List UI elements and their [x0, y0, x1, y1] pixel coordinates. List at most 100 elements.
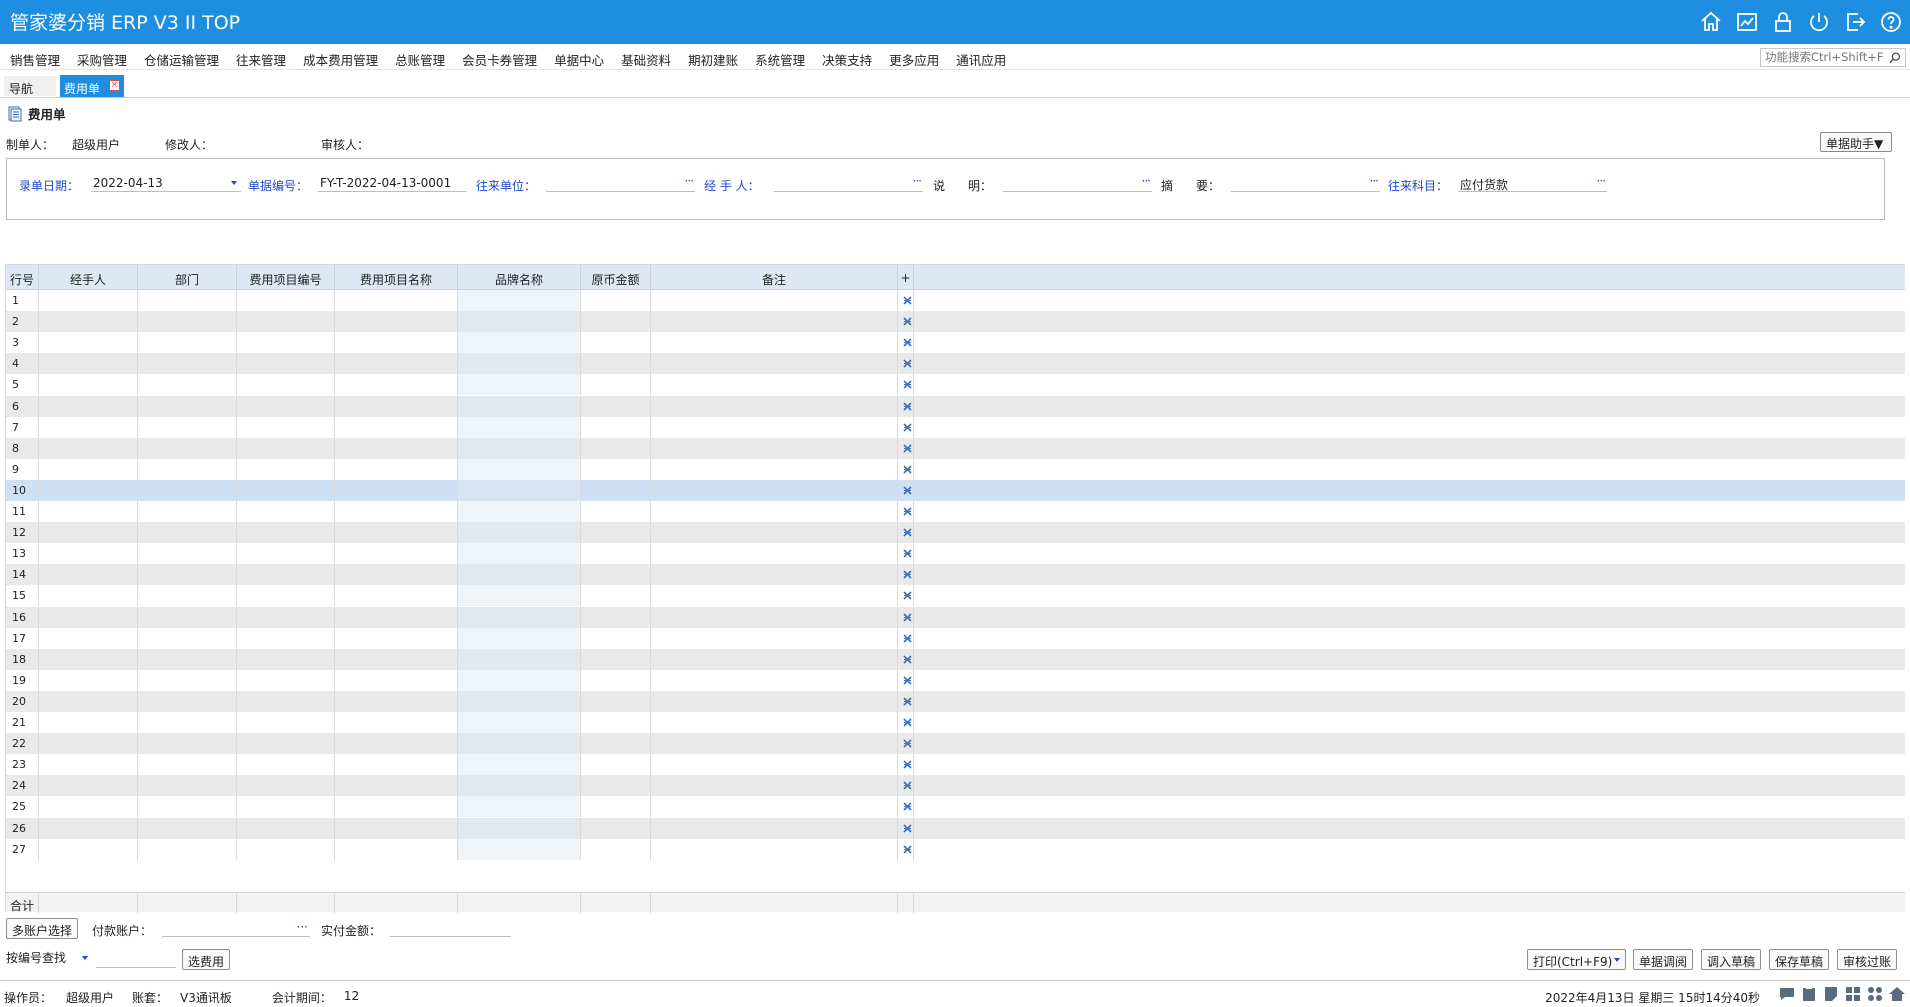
power-icon[interactable]: [1806, 9, 1832, 35]
remark-cell[interactable]: [651, 437, 898, 459]
handler-cell[interactable]: [39, 817, 138, 839]
department-cell[interactable]: [138, 479, 237, 501]
handler-cell[interactable]: [39, 754, 138, 776]
table-row[interactable]: 2: [6, 311, 1905, 333]
delete-row-icon[interactable]: [902, 379, 913, 390]
brand-name-cell[interactable]: [458, 754, 581, 776]
department-cell[interactable]: [138, 648, 237, 670]
brand-name-cell[interactable]: [458, 838, 581, 860]
delete-row-icon[interactable]: [902, 759, 913, 770]
fee-item-name-cell[interactable]: [335, 648, 458, 670]
brand-name-cell[interactable]: [458, 585, 581, 607]
department-cell[interactable]: [138, 458, 237, 480]
remark-cell[interactable]: [651, 627, 898, 649]
handler-cell[interactable]: [39, 501, 138, 522]
fee-item-code-cell[interactable]: [237, 332, 335, 354]
table-row[interactable]: 15: [6, 585, 1905, 607]
department-cell[interactable]: [138, 690, 237, 712]
delete-row-icon[interactable]: [902, 738, 913, 749]
handler-cell[interactable]: [39, 648, 138, 670]
select-fee-button[interactable]: 选费用: [182, 949, 231, 970]
fee-item-name-cell[interactable]: [335, 627, 458, 649]
delete-row-cell[interactable]: [898, 564, 914, 586]
table-row[interactable]: 11: [6, 501, 1905, 522]
brand-name-cell[interactable]: [458, 796, 581, 818]
original-amount-cell[interactable]: [581, 522, 651, 544]
brand-name-cell[interactable]: [458, 733, 581, 755]
fee-item-code-cell[interactable]: [237, 627, 335, 649]
browse-icon[interactable]: ···: [297, 920, 308, 934]
home-icon[interactable]: [1698, 9, 1724, 35]
menu-item[interactable]: 会员卡券管理: [462, 50, 537, 69]
remark-cell[interactable]: [651, 564, 898, 586]
fee-item-code-cell[interactable]: [237, 838, 335, 860]
original-amount-cell[interactable]: [581, 374, 651, 396]
pay-account-field[interactable]: ···: [162, 919, 310, 937]
fee-item-name-cell[interactable]: [335, 290, 458, 311]
remark-cell[interactable]: [651, 458, 898, 480]
department-cell[interactable]: [138, 817, 237, 839]
brand-name-cell[interactable]: [458, 564, 581, 586]
browse-icon[interactable]: ···: [685, 174, 695, 188]
brand-name-cell[interactable]: [458, 712, 581, 733]
help-icon[interactable]: [1878, 9, 1904, 35]
department-cell[interactable]: [138, 733, 237, 755]
fee-item-name-cell[interactable]: [335, 332, 458, 354]
fee-item-code-cell[interactable]: [237, 564, 335, 586]
delete-row-cell[interactable]: [898, 501, 914, 522]
delete-row-icon[interactable]: [902, 464, 913, 475]
handler-cell[interactable]: [39, 332, 138, 354]
handler-cell[interactable]: [39, 690, 138, 712]
brand-name-cell[interactable]: [458, 543, 581, 565]
doc-assistant-button[interactable]: 单据助手▼: [1820, 132, 1892, 152]
fee-item-name-cell[interactable]: [335, 416, 458, 438]
table-row[interactable]: 8: [6, 437, 1905, 459]
column-header-fee-item-name[interactable]: 费用项目名称: [335, 265, 458, 290]
table-row[interactable]: 25: [6, 796, 1905, 818]
table-row[interactable]: 12: [6, 522, 1905, 544]
remark-cell[interactable]: [651, 543, 898, 565]
department-cell[interactable]: [138, 543, 237, 565]
fee-item-name-cell[interactable]: [335, 733, 458, 755]
original-amount-cell[interactable]: [581, 543, 651, 565]
menu-item[interactable]: 往来管理: [236, 50, 286, 69]
menu-item[interactable]: 决策支持: [822, 50, 872, 69]
actual-amount-field[interactable]: [390, 919, 511, 937]
original-amount-cell[interactable]: [581, 627, 651, 649]
delete-row-cell[interactable]: [898, 458, 914, 480]
delete-row-icon[interactable]: [902, 717, 913, 728]
original-amount-cell[interactable]: [581, 416, 651, 438]
brand-name-cell[interactable]: [458, 374, 581, 396]
doc-adjust-button[interactable]: 单据调阅: [1633, 949, 1694, 970]
delete-row-cell[interactable]: [898, 775, 914, 797]
delete-row-icon[interactable]: [902, 295, 913, 306]
handler-cell[interactable]: [39, 543, 138, 565]
delete-row-icon[interactable]: [902, 844, 913, 855]
fee-item-name-cell[interactable]: [335, 838, 458, 860]
original-amount-cell[interactable]: [581, 669, 651, 691]
delete-row-icon[interactable]: [902, 780, 913, 791]
handler-cell[interactable]: [39, 564, 138, 586]
remark-cell[interactable]: [651, 479, 898, 501]
original-amount-cell[interactable]: [581, 437, 651, 459]
brand-name-cell[interactable]: [458, 458, 581, 480]
tab-navigation[interactable]: 导航: [4, 76, 56, 96]
menu-item[interactable]: 系统管理: [755, 50, 805, 69]
fee-item-name-cell[interactable]: [335, 437, 458, 459]
table-row[interactable]: 7: [6, 416, 1905, 438]
handler-cell[interactable]: [39, 311, 138, 333]
delete-row-cell[interactable]: [898, 353, 914, 375]
fee-item-name-cell[interactable]: [335, 796, 458, 818]
department-cell[interactable]: [138, 501, 237, 522]
remark-cell[interactable]: [651, 648, 898, 670]
brand-name-cell[interactable]: [458, 353, 581, 375]
column-header-remark[interactable]: 备注: [651, 265, 898, 290]
table-row[interactable]: 27: [6, 838, 1905, 860]
original-amount-cell[interactable]: [581, 712, 651, 733]
menu-item[interactable]: 成本费用管理: [303, 50, 378, 69]
delete-row-icon[interactable]: [902, 527, 913, 538]
remark-cell[interactable]: [651, 733, 898, 755]
fee-item-name-cell[interactable]: [335, 501, 458, 522]
handler-cell[interactable]: [39, 479, 138, 501]
delete-row-cell[interactable]: [898, 290, 914, 311]
